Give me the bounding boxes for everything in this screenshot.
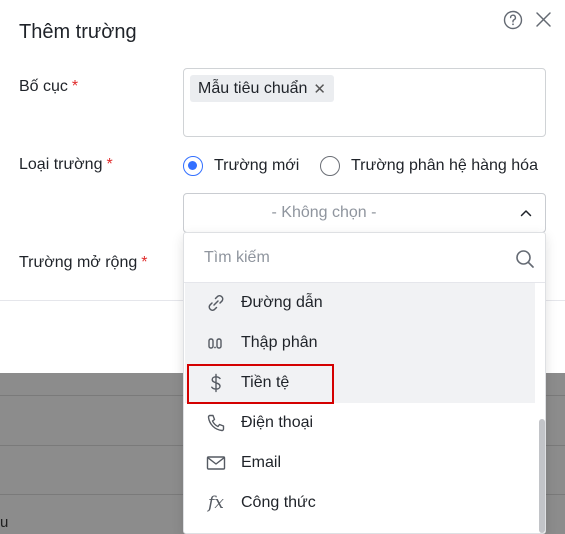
layout-tag: Mẫu tiêu chuẩn ✕ [190,75,334,102]
dropdown-item-phone[interactable]: Điện thoại [185,403,535,443]
decimal-icon [205,332,227,354]
question-circle-icon[interactable] [503,10,523,30]
dollar-icon [205,372,227,394]
modal-title: Thêm trường [19,21,137,43]
dropdown-scrollbar[interactable] [537,283,545,533]
dropdown-item-link[interactable]: Đường dẫn [185,283,535,323]
required-marker: * [141,254,148,271]
radio-product-module-field[interactable]: Trường phân hệ hàng hóa [320,154,538,178]
radio-new-field-label: Trường mới [214,157,300,174]
required-marker: * [71,78,79,95]
dropdown-item-email[interactable]: Email [185,443,535,483]
dropdown-item-label: Công thức [241,494,316,511]
search-input[interactable] [204,247,504,269]
formula-icon: fx [208,493,224,513]
phone-icon [205,412,227,434]
dropdown-item-label: Email [241,454,282,471]
layout-label-text: Bố cục [19,78,68,95]
extended-field-label-text: Trường mở rộng [19,254,138,271]
layout-tag-label: Mẫu tiêu chuẩn [198,79,308,97]
field-type-dropdown: Đường dẫn Thập phân Tiền tệ Điện thoại E… [183,232,546,534]
radio-product-module-field-label: Trường phân hệ hàng hóa [351,157,538,174]
layout-label: Bố cục * [19,78,78,96]
layout-multiselect[interactable]: Mẫu tiêu chuẩn ✕ [183,68,546,137]
dropdown-item-decimal[interactable]: Thập phân [185,323,535,363]
chevron-up-icon [520,210,532,217]
dropdown-item-label: Đường dẫn [241,294,323,311]
dropdown-item-label: Điện thoại [241,414,314,431]
radio-new-field[interactable]: Trường mới [183,154,299,178]
dropdown-item-currency[interactable]: Tiền tệ [185,363,535,403]
radio-unchecked-icon [320,156,340,176]
field-type-select[interactable]: - Không chọn - [183,193,546,233]
background-text: u [0,514,9,531]
required-marker: * [106,156,113,173]
radio-checked-icon [183,156,203,176]
field-type-label-text: Loại trường [19,156,103,173]
select-value: - Không chọn - [271,204,377,221]
mail-icon [205,452,227,474]
close-icon[interactable] [535,11,552,28]
dropdown-item-label: Thập phân [241,334,318,351]
search-icon[interactable] [515,249,535,269]
dropdown-item-formula[interactable]: fx Công thức [185,483,535,523]
dropdown-item-label: Tiền tệ [241,374,290,391]
tag-remove-icon[interactable]: ✕ [313,80,326,98]
scrollbar-thumb[interactable] [539,419,545,533]
link-icon [205,292,227,314]
dropdown-search [184,233,545,283]
extended-field-label: Trường mở rộng * [19,254,147,272]
field-type-label: Loại trường * [19,156,113,174]
